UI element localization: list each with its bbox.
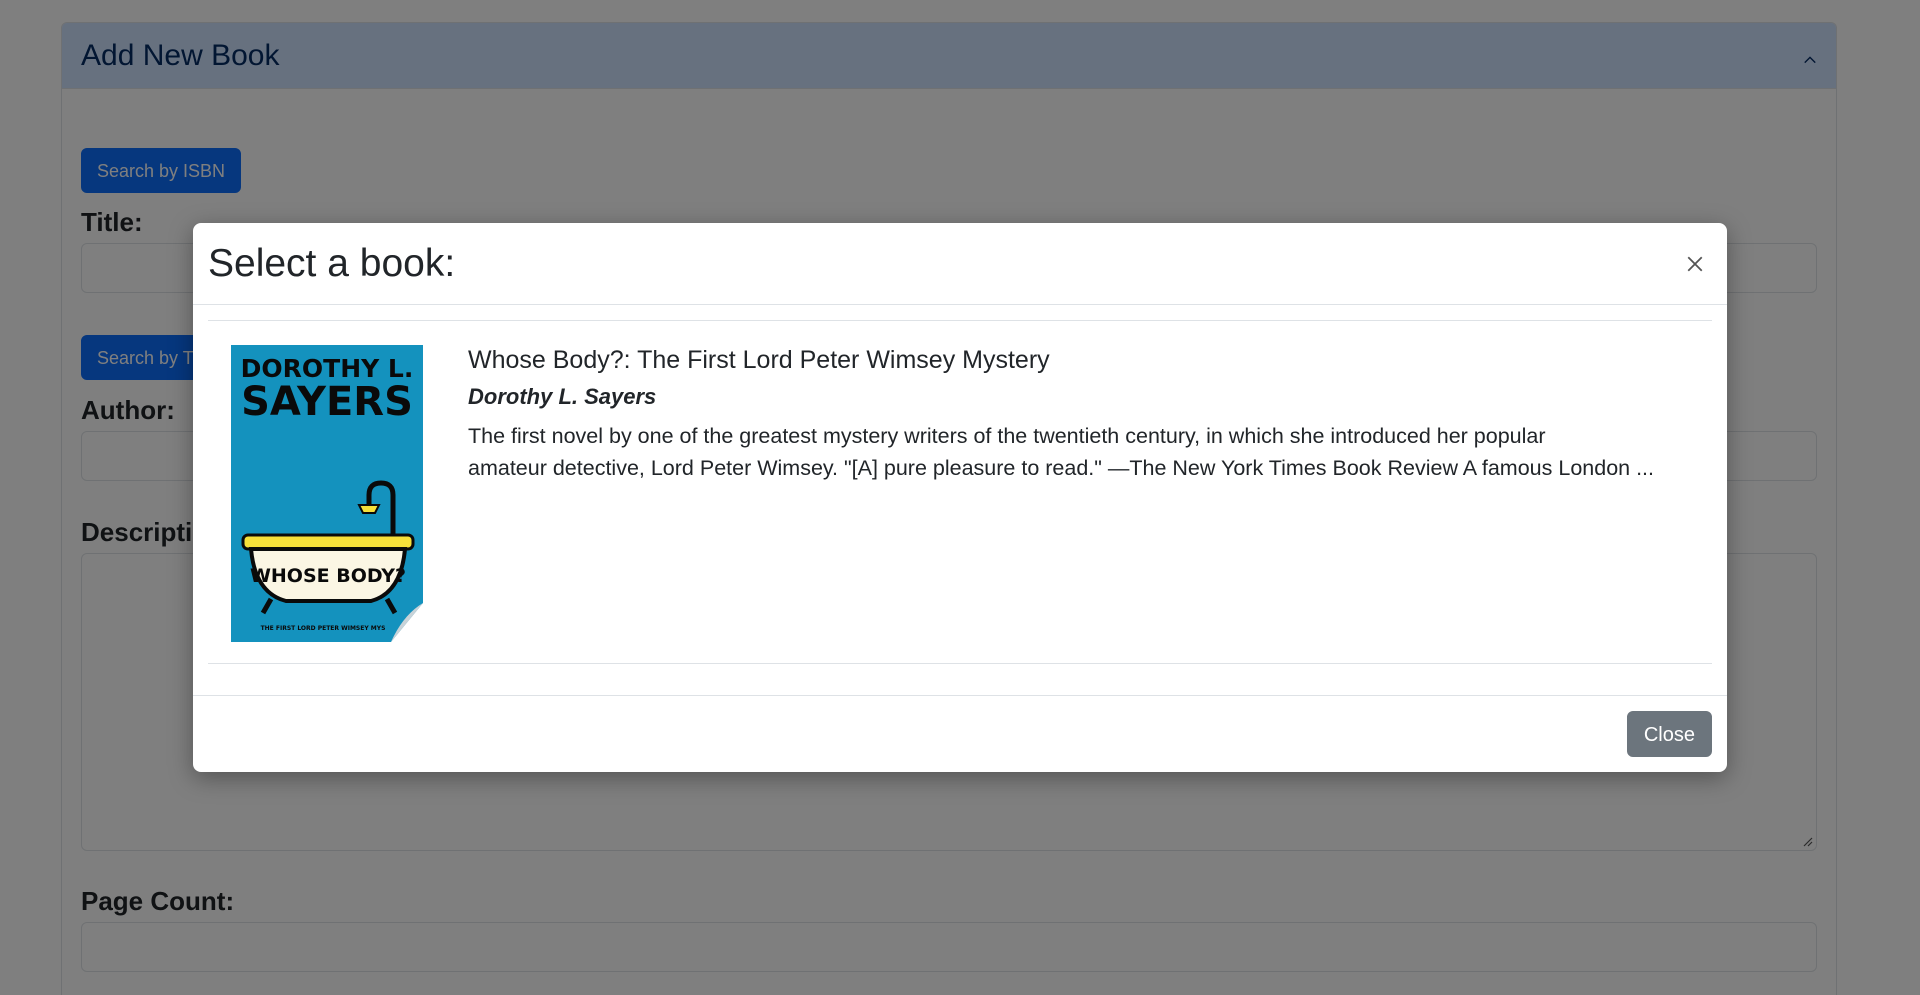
book-description: The first novel by one of the greatest m…: [468, 420, 1698, 484]
close-icon[interactable]: [1686, 255, 1704, 273]
book-description-line1: The first novel by one of the greatest m…: [468, 423, 1546, 448]
book-title[interactable]: Whose Body?: The First Lord Peter Wimsey…: [468, 345, 1698, 375]
cover-author-line2: SAYERS: [241, 379, 413, 425]
book-info: Whose Body?: The First Lord Peter Wimsey…: [468, 345, 1698, 484]
tub-rim: [241, 533, 415, 551]
modal-body: DOROTHY L. SAYERS WHOSE BODY? THE FIRST …: [193, 305, 1727, 664]
select-book-modal: Select a book: DOROTHY L. SAYERS WHOSE B…: [193, 223, 1727, 772]
book-result-item[interactable]: DOROTHY L. SAYERS WHOSE BODY? THE FIRST …: [208, 320, 1712, 664]
cover-subtitle-text: THE FIRST LORD PETER WIMSEY MYS: [261, 625, 386, 632]
close-button[interactable]: Close: [1626, 711, 1712, 757]
book-author: Dorothy L. Sayers: [468, 384, 657, 409]
cover-title-text: WHOSE BODY?: [250, 565, 406, 587]
modal-header: Select a book:: [193, 223, 1727, 305]
modal-title: Select a book:: [208, 241, 456, 285]
book-cover-image[interactable]: DOROTHY L. SAYERS WHOSE BODY? THE FIRST …: [231, 345, 423, 642]
book-description-line2: amateur detective, Lord Peter Wimsey. "[…: [468, 455, 1654, 480]
modal-footer: Close: [193, 695, 1727, 772]
